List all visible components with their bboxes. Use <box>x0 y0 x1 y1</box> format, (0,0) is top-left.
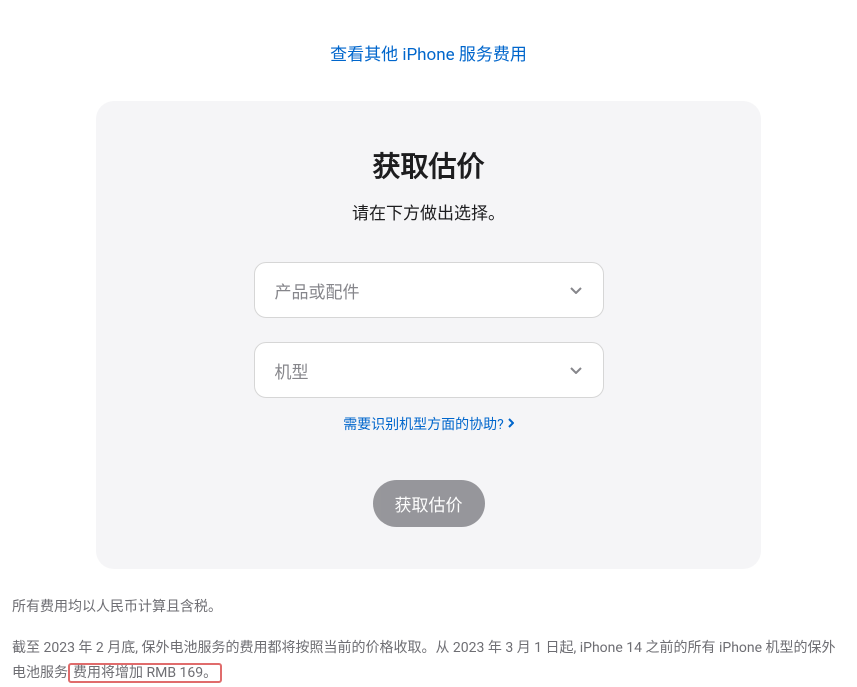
help-link-container: 需要识别机型方面的协助? <box>144 414 713 434</box>
estimate-card: 获取估价 请在下方做出选择。 产品或配件 机型 需要识别机型方面的协助? 获取估… <box>96 101 761 569</box>
identify-model-help-link[interactable]: 需要识别机型方面的协助? <box>343 414 514 434</box>
card-title: 获取估价 <box>144 145 713 185</box>
help-link-label: 需要识别机型方面的协助? <box>343 414 504 434</box>
card-subtitle: 请在下方做出选择。 <box>144 199 713 224</box>
footer-line-2: 截至 2023 年 2 月底, 保外电池服务的费用都将按照当前的价格收取。从 2… <box>12 636 845 686</box>
footer-notes: 所有费用均以人民币计算且含税。 截至 2023 年 2 月底, 保外电池服务的费… <box>0 569 857 687</box>
top-link-container: 查看其他 iPhone 服务费用 <box>0 0 857 85</box>
footer-line-1: 所有费用均以人民币计算且含税。 <box>12 595 845 620</box>
chevron-down-icon <box>569 283 583 297</box>
model-select-wrapper: 机型 <box>254 342 604 398</box>
model-select[interactable]: 机型 <box>254 342 604 398</box>
view-other-fees-link[interactable]: 查看其他 iPhone 服务费用 <box>330 45 527 65</box>
model-select-placeholder: 机型 <box>275 358 309 383</box>
chevron-right-icon <box>508 416 514 432</box>
footer-highlight: 费用将增加 RMB 169。 <box>68 663 222 683</box>
chevron-down-icon <box>569 363 583 377</box>
get-estimate-button[interactable]: 获取估价 <box>373 480 485 527</box>
product-select[interactable]: 产品或配件 <box>254 262 604 318</box>
product-select-placeholder: 产品或配件 <box>275 278 360 303</box>
product-select-wrapper: 产品或配件 <box>254 262 604 318</box>
